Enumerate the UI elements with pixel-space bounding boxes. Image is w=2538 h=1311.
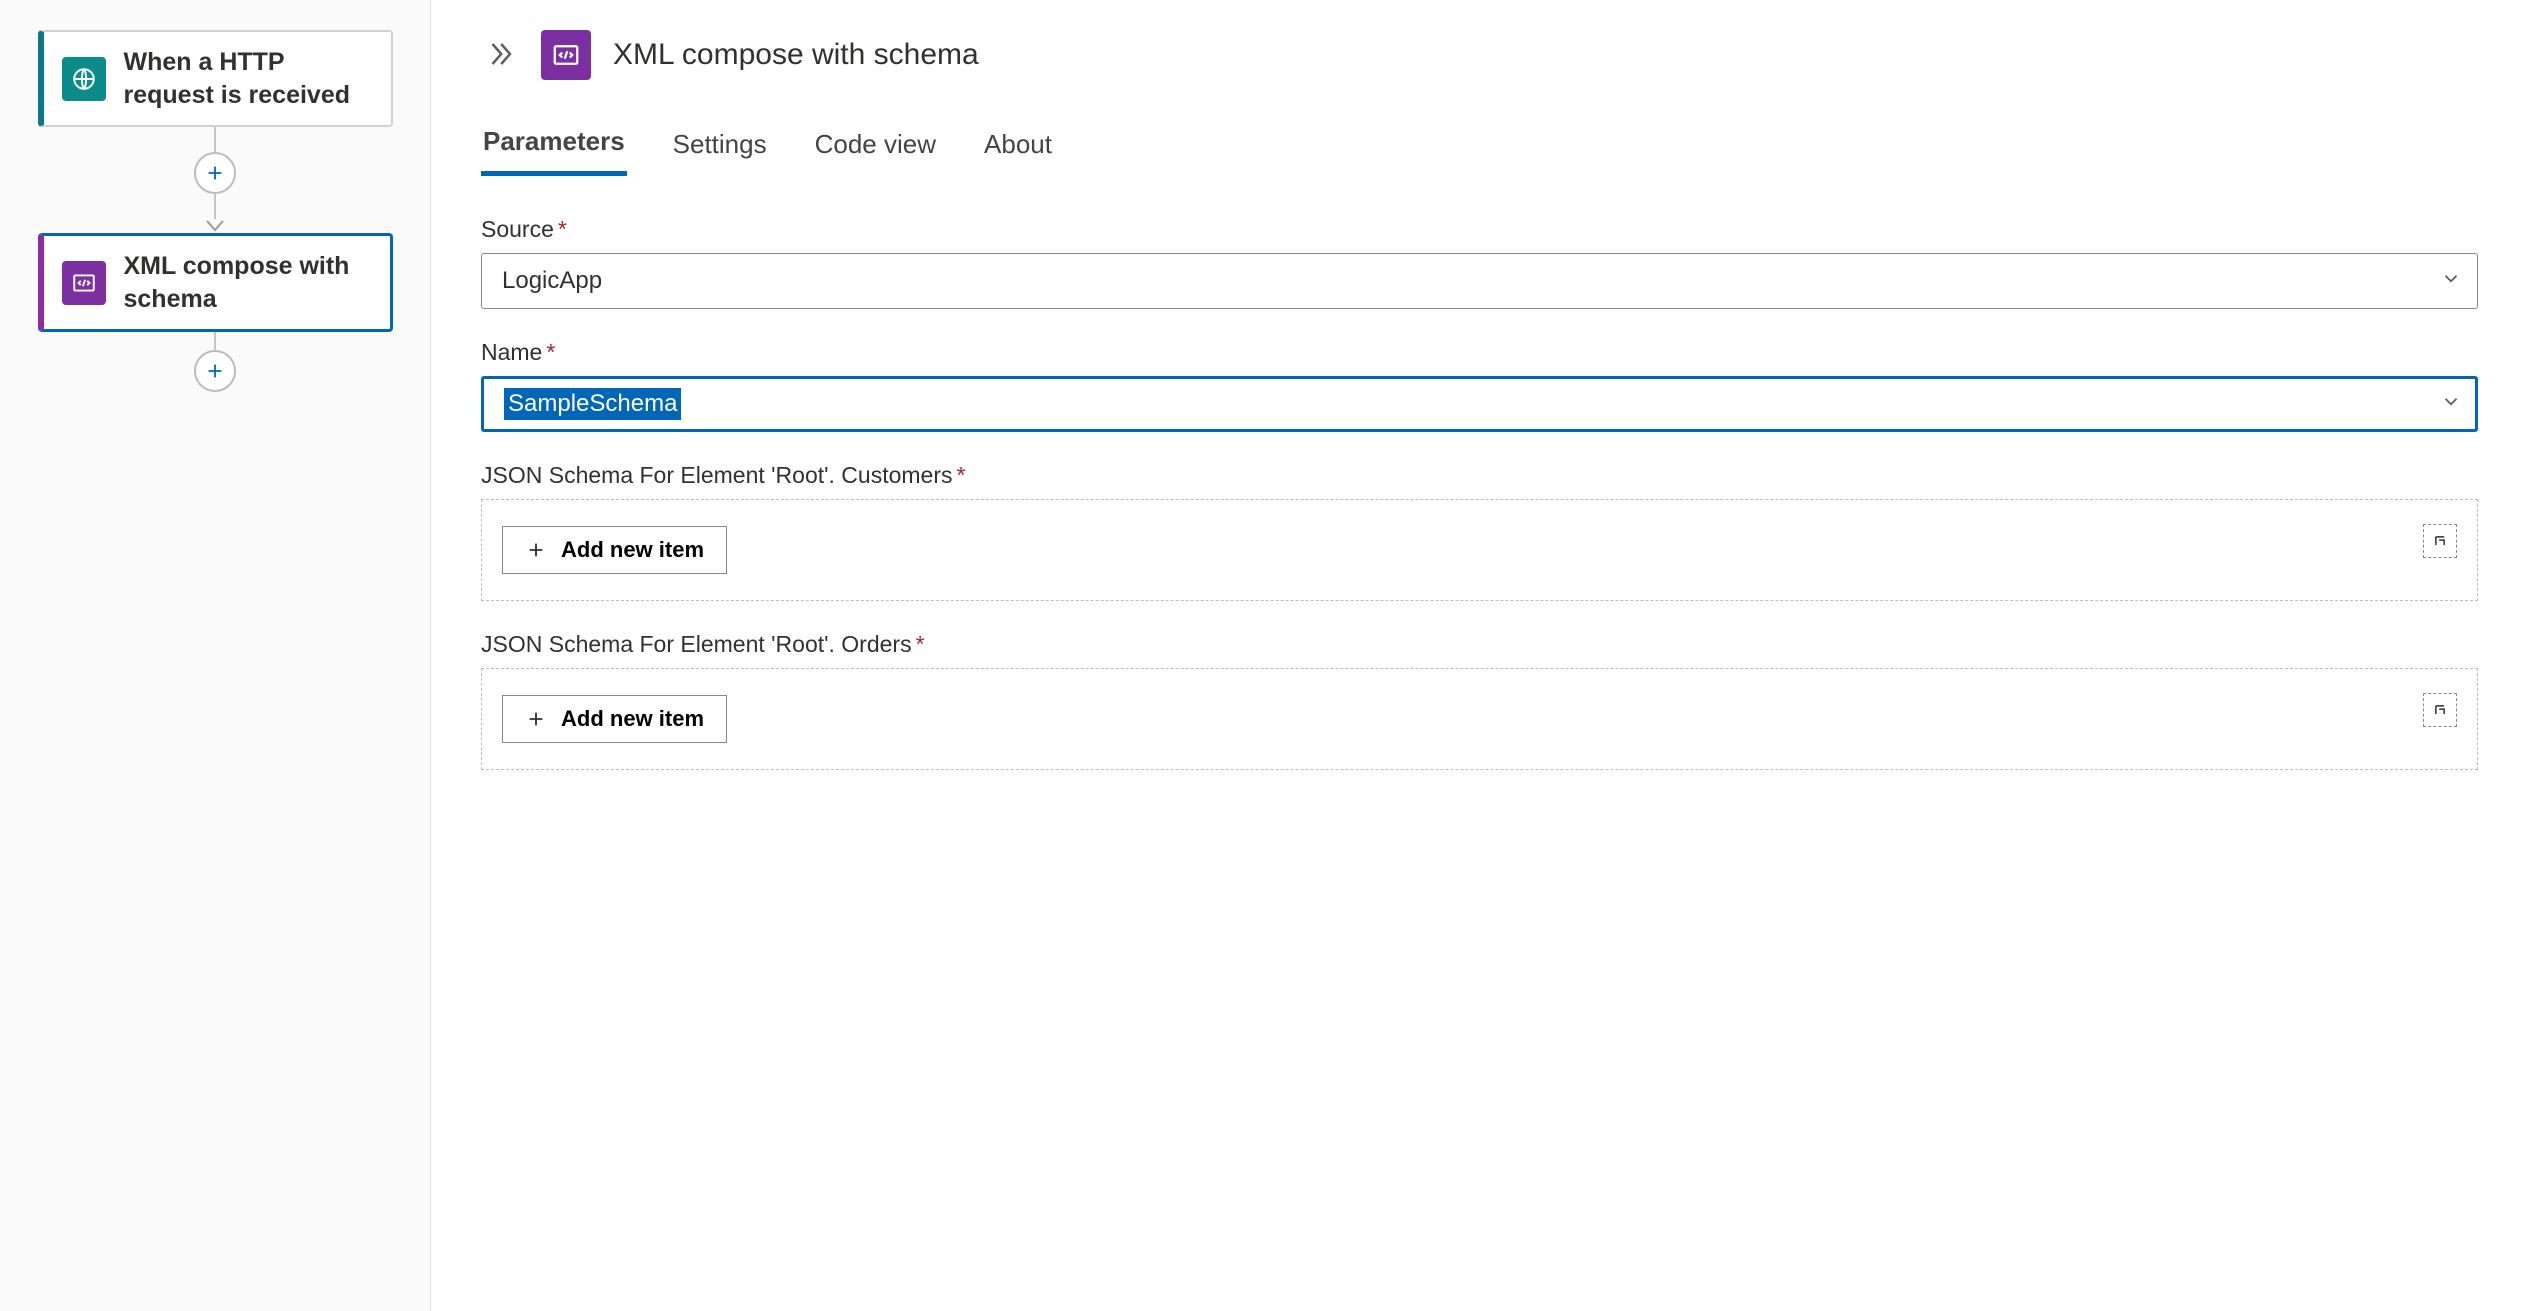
designer-canvas: When a HTTP request is received XML comp… — [0, 0, 431, 1311]
tab-strip: Parameters Settings Code view About — [481, 120, 2478, 176]
xml-compose-icon — [62, 261, 106, 305]
action-node-xml-compose[interactable]: XML compose with schema — [38, 233, 393, 332]
dynamic-content-button[interactable] — [2423, 693, 2457, 727]
tab-settings[interactable]: Settings — [671, 120, 769, 176]
trigger-node-title: When a HTTP request is received — [124, 46, 373, 111]
source-select[interactable]: LogicApp — [481, 253, 2478, 309]
dynamic-content-button[interactable] — [2423, 524, 2457, 558]
add-order-item-button[interactable]: Add new item — [502, 695, 727, 743]
http-request-icon — [62, 57, 106, 101]
name-select[interactable]: SampleSchema — [481, 376, 2478, 432]
trigger-node-http-request[interactable]: When a HTTP request is received — [38, 30, 393, 127]
orders-container: Add new item — [481, 668, 2478, 770]
tab-parameters[interactable]: Parameters — [481, 120, 627, 176]
add-customer-item-button[interactable]: Add new item — [502, 526, 727, 574]
tab-about[interactable]: About — [982, 120, 1054, 176]
customers-container: Add new item — [481, 499, 2478, 601]
customers-label: JSON Schema For Element 'Root'. Customer… — [481, 462, 2478, 489]
edge-connector — [194, 127, 236, 233]
name-select-value: SampleSchema — [504, 388, 681, 420]
collapse-panel-button[interactable] — [481, 35, 519, 76]
edge-connector-end — [194, 332, 236, 392]
tab-code-view[interactable]: Code view — [813, 120, 938, 176]
source-select-value: LogicApp — [502, 267, 602, 295]
xml-compose-icon — [541, 30, 591, 80]
add-step-button[interactable] — [194, 152, 236, 194]
source-label: Source* — [481, 216, 2478, 243]
name-label: Name* — [481, 339, 2478, 366]
orders-label: JSON Schema For Element 'Root'. Orders* — [481, 631, 2478, 658]
panel-title: XML compose with schema — [613, 38, 979, 72]
add-step-button-end[interactable] — [194, 350, 236, 392]
action-node-title: XML compose with schema — [124, 250, 372, 315]
properties-panel: XML compose with schema Parameters Setti… — [431, 0, 2538, 1311]
arrow-icon — [206, 219, 224, 233]
